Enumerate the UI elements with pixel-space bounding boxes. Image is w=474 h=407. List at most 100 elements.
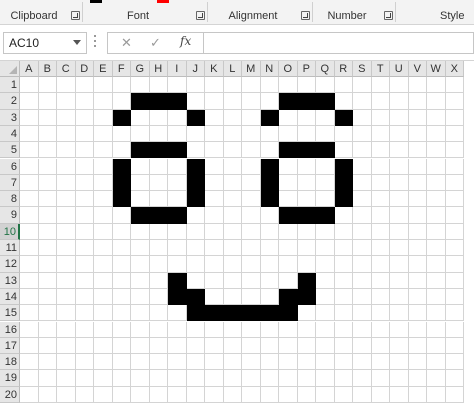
cell-g3[interactable] bbox=[131, 109, 150, 126]
cell-o8[interactable] bbox=[279, 191, 298, 208]
cell-w1[interactable] bbox=[427, 77, 446, 94]
cell-s7[interactable] bbox=[353, 174, 372, 192]
cell-l4[interactable] bbox=[223, 125, 242, 143]
cell-e20[interactable] bbox=[94, 386, 113, 403]
cell-k9[interactable] bbox=[205, 207, 224, 224]
filled-cell-j14[interactable] bbox=[186, 288, 205, 306]
cell-q17[interactable] bbox=[316, 337, 335, 355]
cell-f4[interactable] bbox=[112, 125, 131, 143]
cell-h19[interactable] bbox=[149, 370, 168, 387]
cell-q3[interactable] bbox=[316, 109, 335, 126]
cell-v4[interactable] bbox=[408, 125, 427, 143]
cell-m19[interactable] bbox=[242, 370, 261, 387]
cell-h20[interactable] bbox=[149, 386, 168, 403]
cell-i4[interactable] bbox=[168, 125, 187, 143]
cell-f2[interactable] bbox=[112, 93, 131, 110]
cell-x3[interactable] bbox=[445, 109, 464, 126]
cell-v7[interactable] bbox=[408, 174, 427, 192]
cell-m17[interactable] bbox=[242, 337, 261, 355]
cell-m3[interactable] bbox=[242, 109, 261, 126]
cell-i11[interactable] bbox=[168, 240, 187, 257]
cell-c8[interactable] bbox=[57, 191, 76, 208]
column-header-k[interactable]: K bbox=[205, 61, 224, 77]
cell-w9[interactable] bbox=[427, 207, 446, 224]
cell-a11[interactable] bbox=[20, 240, 39, 257]
cell-t7[interactable] bbox=[371, 174, 390, 192]
cell-n19[interactable] bbox=[260, 370, 279, 387]
cell-s6[interactable] bbox=[353, 158, 372, 175]
cell-x4[interactable] bbox=[445, 125, 464, 143]
filled-cell-h9[interactable] bbox=[149, 207, 168, 224]
cell-l11[interactable] bbox=[223, 240, 242, 257]
cell-k3[interactable] bbox=[205, 109, 224, 126]
cell-d11[interactable] bbox=[75, 240, 94, 257]
cell-e17[interactable] bbox=[94, 337, 113, 355]
cell-d16[interactable] bbox=[75, 321, 94, 338]
cell-s13[interactable] bbox=[353, 272, 372, 289]
cell-j13[interactable] bbox=[186, 272, 205, 289]
cell-q12[interactable] bbox=[316, 256, 335, 273]
filled-cell-q5[interactable] bbox=[316, 142, 335, 159]
cell-p7[interactable] bbox=[297, 174, 316, 192]
cell-k18[interactable] bbox=[205, 354, 224, 371]
cell-n5[interactable] bbox=[260, 142, 279, 159]
cell-g6[interactable] bbox=[131, 158, 150, 175]
cell-a19[interactable] bbox=[20, 370, 39, 387]
cell-c14[interactable] bbox=[57, 288, 76, 306]
filled-cell-n6[interactable] bbox=[260, 158, 279, 175]
cell-k2[interactable] bbox=[205, 93, 224, 110]
cell-d10[interactable] bbox=[75, 223, 94, 240]
cell-x13[interactable] bbox=[445, 272, 464, 289]
cell-s3[interactable] bbox=[353, 109, 372, 126]
cell-u9[interactable] bbox=[390, 207, 409, 224]
cell-e1[interactable] bbox=[94, 77, 113, 94]
column-header-u[interactable]: U bbox=[390, 61, 409, 77]
cell-f13[interactable] bbox=[112, 272, 131, 289]
cell-r20[interactable] bbox=[334, 386, 353, 403]
cell-c3[interactable] bbox=[57, 109, 76, 126]
column-header-p[interactable]: P bbox=[297, 61, 316, 77]
cell-w12[interactable] bbox=[427, 256, 446, 273]
cell-u12[interactable] bbox=[390, 256, 409, 273]
row-header-8[interactable]: 8 bbox=[0, 191, 20, 208]
cell-r2[interactable] bbox=[334, 93, 353, 110]
row-header-3[interactable]: 3 bbox=[0, 109, 20, 126]
cell-s12[interactable] bbox=[353, 256, 372, 273]
cell-k12[interactable] bbox=[205, 256, 224, 273]
cell-a17[interactable] bbox=[20, 337, 39, 355]
cell-b18[interactable] bbox=[38, 354, 57, 371]
filled-cell-k15[interactable] bbox=[205, 305, 224, 322]
cell-l13[interactable] bbox=[223, 272, 242, 289]
row-header-5[interactable]: 5 bbox=[0, 142, 20, 159]
filled-cell-p13[interactable] bbox=[297, 272, 316, 289]
cell-n2[interactable] bbox=[260, 93, 279, 110]
alignment-dialog-launcher-icon[interactable] bbox=[301, 11, 310, 20]
cell-i6[interactable] bbox=[168, 158, 187, 175]
cell-x5[interactable] bbox=[445, 142, 464, 159]
cell-e19[interactable] bbox=[94, 370, 113, 387]
cell-x17[interactable] bbox=[445, 337, 464, 355]
cell-k4[interactable] bbox=[205, 125, 224, 143]
cell-b15[interactable] bbox=[38, 305, 57, 322]
column-header-b[interactable]: B bbox=[38, 61, 57, 77]
cell-u3[interactable] bbox=[390, 109, 409, 126]
cell-i1[interactable] bbox=[168, 77, 187, 94]
filled-cell-o15[interactable] bbox=[279, 305, 298, 322]
cell-q10[interactable] bbox=[316, 223, 335, 240]
cell-c17[interactable] bbox=[57, 337, 76, 355]
cell-b3[interactable] bbox=[38, 109, 57, 126]
cell-p16[interactable] bbox=[297, 321, 316, 338]
cell-p19[interactable] bbox=[297, 370, 316, 387]
cell-f5[interactable] bbox=[112, 142, 131, 159]
formula-input[interactable] bbox=[203, 32, 474, 54]
cell-r17[interactable] bbox=[334, 337, 353, 355]
filled-cell-m15[interactable] bbox=[242, 305, 261, 322]
cell-w2[interactable] bbox=[427, 93, 446, 110]
cell-d7[interactable] bbox=[75, 174, 94, 192]
cell-k14[interactable] bbox=[205, 288, 224, 306]
cell-h6[interactable] bbox=[149, 158, 168, 175]
cell-t17[interactable] bbox=[371, 337, 390, 355]
cell-d1[interactable] bbox=[75, 77, 94, 94]
cell-m2[interactable] bbox=[242, 93, 261, 110]
cell-b6[interactable] bbox=[38, 158, 57, 175]
